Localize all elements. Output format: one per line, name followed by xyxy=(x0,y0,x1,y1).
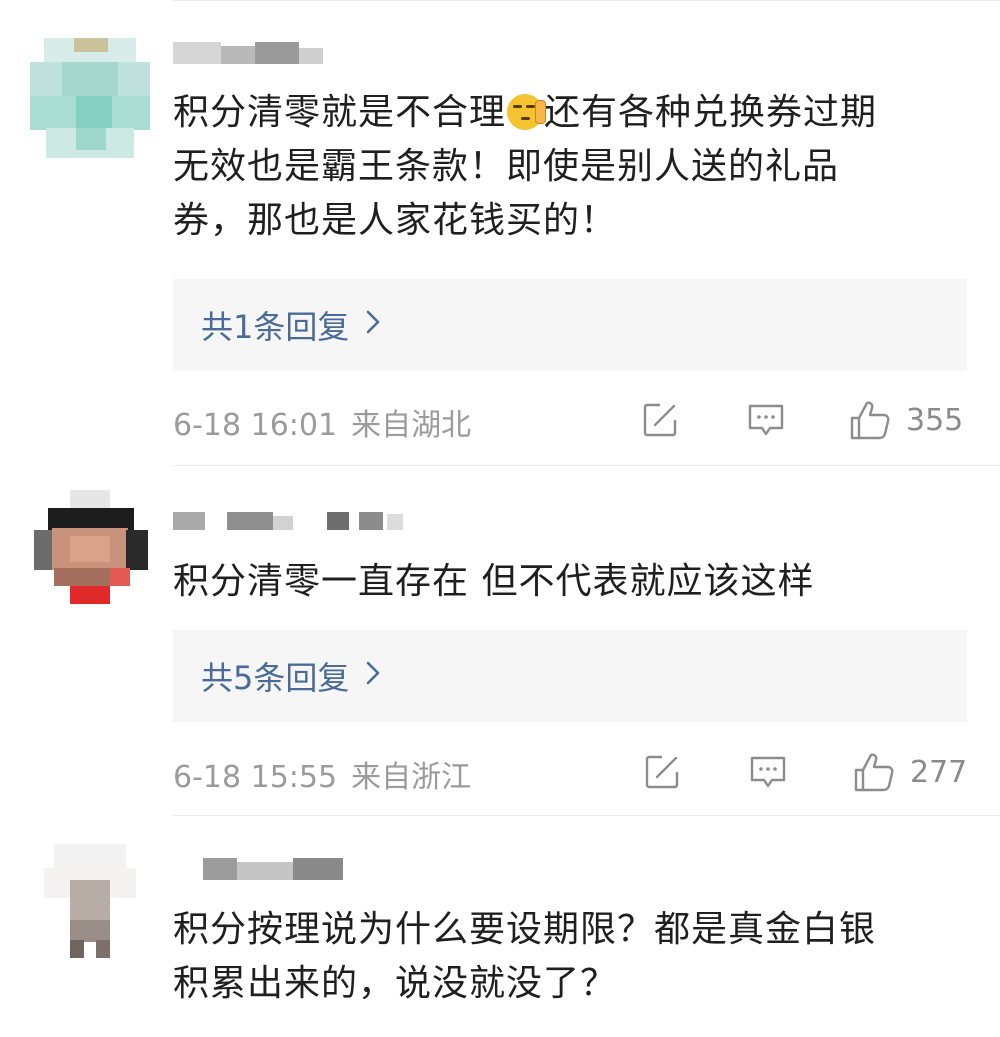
like-count: 277 xyxy=(910,754,968,790)
chevron-right-icon xyxy=(365,309,381,342)
like-button[interactable]: 355 xyxy=(848,398,963,442)
comment-text: 积分清零一直存在 但不代表就应该这样 xyxy=(173,555,973,609)
comment-divider xyxy=(173,815,1000,816)
comment-text-line: 无效也是霸王条款！即使是别人送的礼品 xyxy=(173,146,840,187)
like-icon xyxy=(854,753,894,792)
comment-text-line: 积分清零一直存在 但不代表就应该这样 xyxy=(173,561,815,602)
avatar[interactable] xyxy=(30,840,150,960)
like-button[interactable]: 277 xyxy=(852,750,967,794)
like-icon xyxy=(850,401,890,440)
comment-text-line: 积分清零就是不合理 xyxy=(173,92,507,133)
view-replies-button[interactable]: 共1条回复 xyxy=(173,279,967,371)
comment-meta: 6-18 15:55 来自浙江 xyxy=(173,752,485,796)
share-button[interactable] xyxy=(640,750,684,794)
comment-location: 来自湖北 xyxy=(351,408,472,443)
comment-text: 积分清零就是不合理 还有各种兑换券过期 无效也是霸王条款！即使是别人送的礼品 券，… xyxy=(173,86,973,248)
username[interactable] xyxy=(173,510,413,536)
username[interactable] xyxy=(173,858,343,884)
comment-text-line: 积分按理说为什么要设期限？都是真金白银 xyxy=(173,909,877,950)
avatar[interactable] xyxy=(30,38,150,158)
comment-text-line: 券，那也是人家花钱买的！ xyxy=(173,200,618,241)
comment-icon xyxy=(750,756,786,788)
chevron-right-icon xyxy=(365,660,381,693)
comment-icon xyxy=(748,404,784,436)
reply-count-label: 共1条回复 xyxy=(201,308,350,346)
comment-text-line: 还有各种兑换券过期 xyxy=(544,92,878,133)
comment-divider xyxy=(173,465,1000,466)
share-icon xyxy=(643,403,677,437)
comment-text-line: 积累出来的，说没就没了？ xyxy=(173,963,618,1004)
comment-location: 来自浙江 xyxy=(351,760,472,795)
comment-button[interactable] xyxy=(746,750,790,794)
avatar[interactable] xyxy=(30,490,150,610)
comment-meta: 6-18 16:01 来自湖北 xyxy=(173,400,485,444)
face-hand-over-mouth-emoji xyxy=(507,94,547,130)
like-count: 355 xyxy=(906,402,964,438)
top-divider xyxy=(173,0,1000,1)
share-button[interactable] xyxy=(638,398,682,442)
username[interactable] xyxy=(173,42,323,68)
share-icon xyxy=(645,755,679,789)
comment-button[interactable] xyxy=(744,398,788,442)
comment-date: 6-18 16:01 xyxy=(173,408,338,443)
comment-text: 积分按理说为什么要设期限？都是真金白银 积累出来的，说没就没了？ xyxy=(173,903,973,1011)
comment-date: 6-18 15:55 xyxy=(173,760,338,795)
view-replies-button[interactable]: 共5条回复 xyxy=(173,630,967,722)
reply-count-label: 共5条回复 xyxy=(201,659,350,697)
